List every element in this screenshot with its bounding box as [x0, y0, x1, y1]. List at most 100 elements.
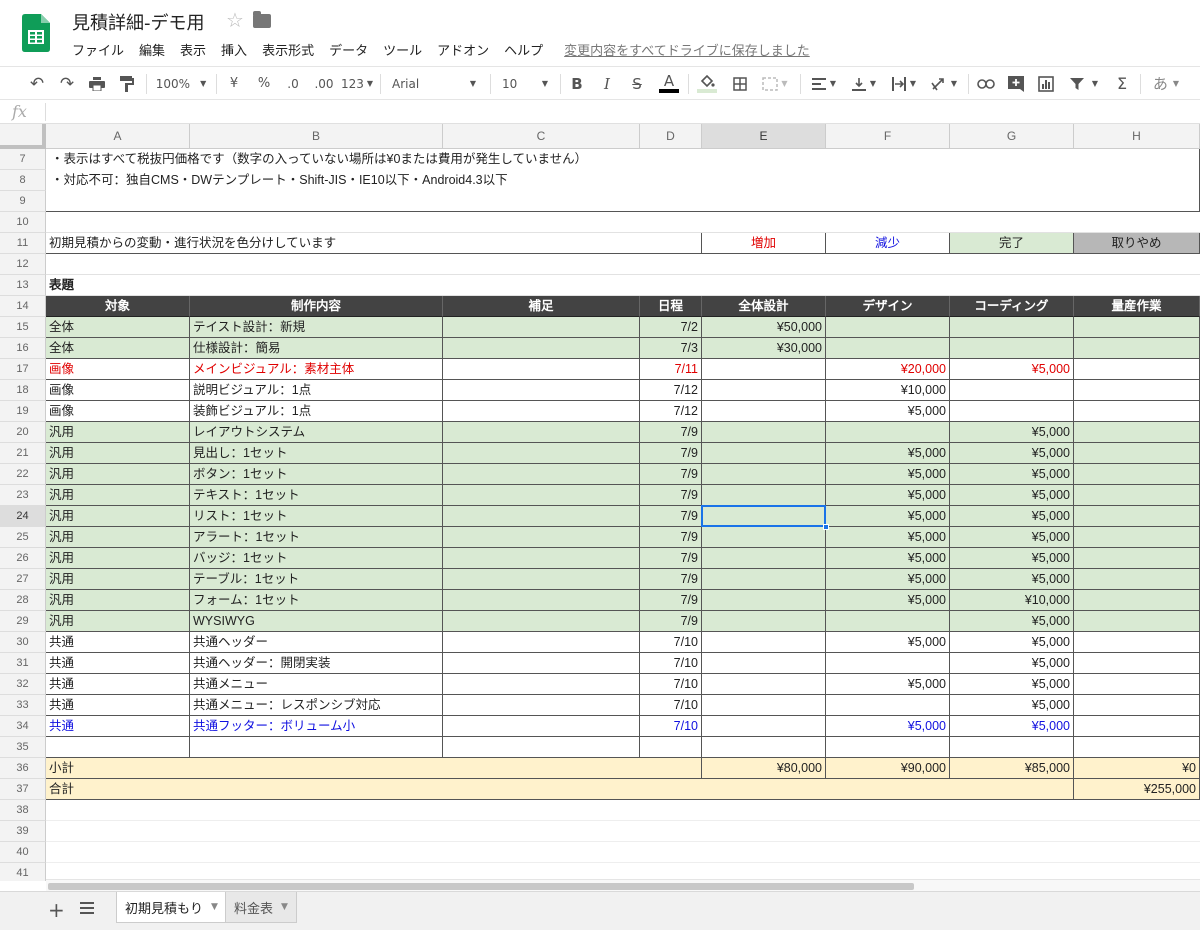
table-cell-f[interactable]: ¥5,000 [826, 506, 950, 527]
chevron-down-icon[interactable]: ▼ [211, 902, 218, 912]
table-cell-g[interactable]: ¥5,000 [950, 653, 1074, 674]
table-cell-c[interactable] [443, 716, 640, 737]
table-cell-b[interactable]: 仕様設計：簡易 [190, 338, 443, 359]
table-cell-a[interactable]: 共通 [46, 695, 190, 716]
row-header-24[interactable]: 24 [0, 506, 46, 527]
row-header-28[interactable]: 28 [0, 590, 46, 611]
table-cell-e[interactable] [702, 359, 826, 380]
total-h[interactable]: ¥255,000 [1074, 779, 1200, 800]
table-cell-g[interactable]: ¥10,000 [950, 590, 1074, 611]
table-cell-e[interactable] [702, 716, 826, 737]
table-cell-d[interactable]: 7/9 [640, 422, 702, 443]
table-cell-a[interactable]: 汎用 [46, 548, 190, 569]
table-cell-d[interactable]: 7/10 [640, 674, 702, 695]
zoom-select[interactable]: 100% ▼ [152, 67, 210, 100]
table-cell-e[interactable] [702, 695, 826, 716]
row-header-39[interactable]: 39 [0, 821, 46, 842]
row-header-40[interactable]: 40 [0, 842, 46, 863]
merge-cells-icon[interactable]: ▼ [758, 67, 792, 100]
table-cell-f[interactable]: ¥5,000 [826, 443, 950, 464]
table-cell-b[interactable]: レイアウトシステム [190, 422, 443, 443]
table-cell-a[interactable]: 共通 [46, 632, 190, 653]
table-cell-c[interactable] [443, 674, 640, 695]
table-cell-f[interactable] [826, 422, 950, 443]
table-cell-d[interactable]: 7/12 [640, 380, 702, 401]
table-cell-a[interactable]: 共通 [46, 653, 190, 674]
table-cell-c[interactable] [443, 359, 640, 380]
table-cell-f[interactable] [826, 737, 950, 758]
table-cell-g[interactable]: ¥5,000 [950, 569, 1074, 590]
table-cell-a[interactable]: 汎用 [46, 422, 190, 443]
bold-button[interactable]: B [566, 67, 588, 100]
table-cell-e[interactable] [702, 737, 826, 758]
table-cell-f[interactable]: ¥5,000 [826, 548, 950, 569]
font-family-select[interactable]: Arial ▼ [386, 67, 482, 100]
table-cell-f[interactable] [826, 317, 950, 338]
table-cell-d[interactable]: 7/9 [640, 590, 702, 611]
table-cell-c[interactable] [443, 485, 640, 506]
table-cell-c[interactable] [443, 569, 640, 590]
table-cell-d[interactable]: 7/9 [640, 569, 702, 590]
table-cell-a[interactable]: 共通 [46, 674, 190, 695]
menu-edit[interactable]: 編集 [139, 40, 165, 59]
table-cell-h[interactable] [1074, 443, 1200, 464]
table-cell-d[interactable] [640, 737, 702, 758]
table-header-e[interactable]: 全体設計 [702, 296, 826, 317]
table-cell-b[interactable]: テキスト：1セット [190, 485, 443, 506]
more-formats-button[interactable]: 123 ▼ [340, 67, 374, 100]
table-cell-h[interactable] [1074, 338, 1200, 359]
table-cell-b[interactable]: 装飾ビジュアル：1点 [190, 401, 443, 422]
table-cell-g[interactable]: ¥5,000 [950, 695, 1074, 716]
column-header-h[interactable]: H [1074, 124, 1200, 149]
table-cell-g[interactable]: ¥5,000 [950, 674, 1074, 695]
row-header-14[interactable]: 14 [0, 296, 46, 317]
table-cell-e[interactable] [702, 527, 826, 548]
row-header-27[interactable]: 27 [0, 569, 46, 590]
fill-handle[interactable] [823, 524, 829, 530]
legend-reduced[interactable]: 減少 [826, 233, 950, 254]
formula-input[interactable] [52, 104, 1192, 120]
empty-row[interactable] [46, 254, 1200, 275]
table-header-d[interactable]: 日程 [640, 296, 702, 317]
table-cell-h[interactable] [1074, 401, 1200, 422]
table-cell-b[interactable]: 共通メニュー [190, 674, 443, 695]
table-cell-a[interactable]: 全体 [46, 317, 190, 338]
currency-button[interactable]: ¥ [222, 67, 246, 100]
table-cell-c[interactable] [443, 653, 640, 674]
row-header-8[interactable]: 8 [0, 170, 46, 191]
table-cell-e[interactable] [702, 590, 826, 611]
subtotal-h[interactable]: ¥0 [1074, 758, 1200, 779]
table-cell-h[interactable] [1074, 422, 1200, 443]
empty-row[interactable] [46, 800, 1200, 821]
table-cell-d[interactable]: 7/9 [640, 464, 702, 485]
table-cell-b[interactable]: バッジ：1セット [190, 548, 443, 569]
table-cell-b[interactable]: 共通ヘッダー：開閉実装 [190, 653, 443, 674]
table-cell-h[interactable] [1074, 464, 1200, 485]
table-cell-h[interactable] [1074, 611, 1200, 632]
insert-link-icon[interactable] [974, 67, 998, 100]
row-header-13[interactable]: 13 [0, 275, 46, 296]
table-cell-c[interactable] [443, 422, 640, 443]
row-header-23[interactable]: 23 [0, 485, 46, 506]
table-cell-b[interactable]: リスト：1セット [190, 506, 443, 527]
table-cell-g[interactable]: ¥5,000 [950, 422, 1074, 443]
table-cell-e[interactable] [702, 401, 826, 422]
sheets-logo-icon[interactable] [22, 14, 50, 52]
table-cell-d[interactable]: 7/9 [640, 485, 702, 506]
table-cell-h[interactable] [1074, 485, 1200, 506]
add-sheet-icon[interactable]: + [48, 898, 65, 922]
table-cell-e[interactable] [702, 674, 826, 695]
table-cell-g[interactable]: ¥5,000 [950, 485, 1074, 506]
row-header-37[interactable]: 37 [0, 779, 46, 800]
subtotal-e[interactable]: ¥80,000 [702, 758, 826, 779]
table-cell-g[interactable] [950, 401, 1074, 422]
column-header-c[interactable]: C [443, 124, 640, 149]
row-header-20[interactable]: 20 [0, 422, 46, 443]
table-header-c[interactable]: 補足 [443, 296, 640, 317]
menu-help[interactable]: ヘルプ [504, 40, 543, 59]
note-tax[interactable]: ・表示はすべて税抜円価格です（数字の入っていない場所は¥0または費用が発生してい… [46, 149, 1200, 170]
table-cell-c[interactable] [443, 317, 640, 338]
column-header-a[interactable]: A [46, 124, 190, 149]
table-cell-e[interactable] [702, 443, 826, 464]
all-sheets-icon[interactable] [80, 902, 94, 916]
